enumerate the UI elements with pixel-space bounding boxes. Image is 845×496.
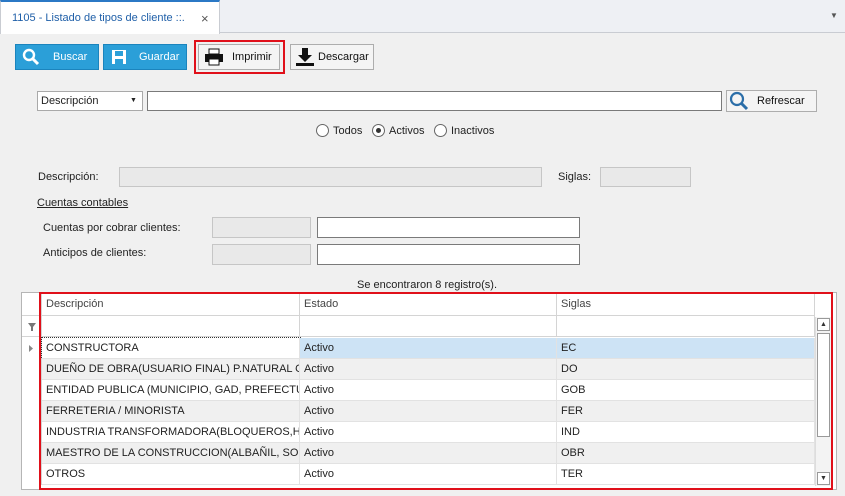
cxc-code-field: [212, 217, 311, 238]
search-icon: [729, 91, 749, 111]
radio-activos[interactable]: Activos: [372, 124, 424, 137]
radio-todos-label: Todos: [333, 124, 363, 137]
anticipos-label: Anticipos de clientes:: [43, 247, 147, 259]
siglas-label: Siglas:: [558, 171, 592, 183]
refrescar-label: Refrescar: [757, 95, 805, 107]
radio-activos-label: Activos: [389, 124, 425, 137]
highlight-grid: [39, 292, 833, 490]
cxc-input[interactable]: [317, 217, 580, 238]
highlight-imprimir: [194, 40, 285, 74]
tab-bar: 1105 - Listado de tipos de cliente ::. ×…: [0, 0, 845, 34]
radio-circle-inactivos: [434, 124, 447, 137]
close-icon[interactable]: ×: [201, 11, 209, 26]
buscar-button[interactable]: Buscar: [15, 44, 99, 70]
cxc-label: Cuentas por cobrar clientes:: [43, 222, 181, 234]
chevron-down-icon[interactable]: ▼: [830, 11, 838, 20]
cuentas-contables-title: Cuentas contables: [37, 197, 129, 209]
floppy-disk-icon: [107, 45, 131, 69]
dropdown-arrow-icon: ▼: [130, 97, 137, 104]
guardar-label: Guardar: [139, 51, 180, 63]
anticipos-input[interactable]: [317, 244, 580, 265]
search-icon: [19, 45, 43, 69]
descargar-label: Descargar: [318, 51, 369, 63]
descargar-button[interactable]: Descargar: [290, 44, 374, 70]
anticipos-code-field: [212, 244, 311, 265]
refrescar-button[interactable]: Refrescar: [726, 90, 817, 112]
search-field-dropdown[interactable]: Descripción ▼: [37, 91, 143, 111]
buscar-label: Buscar: [53, 51, 88, 63]
radio-todos[interactable]: Todos: [316, 124, 362, 137]
siglas-field: [600, 167, 691, 187]
descripcion-label: Descripción:: [38, 171, 99, 183]
descripcion-field: [119, 167, 542, 187]
radio-circle-todos: [316, 124, 329, 137]
search-input[interactable]: [147, 91, 722, 111]
guardar-button[interactable]: Guardar: [103, 44, 187, 70]
records-count: Se encontraron 8 registro(s).: [357, 279, 498, 291]
radio-circle-activos: [372, 124, 385, 137]
radio-inactivos-label: Inactivos: [451, 124, 495, 137]
download-icon: [295, 47, 315, 67]
search-field-value: Descripción: [41, 95, 99, 107]
tab-listado-tipos-cliente[interactable]: 1105 - Listado de tipos de cliente ::. ×: [0, 0, 220, 34]
tab-title: 1105 - Listado de tipos de cliente ::.: [12, 12, 185, 24]
radio-inactivos[interactable]: Inactivos: [434, 124, 494, 137]
